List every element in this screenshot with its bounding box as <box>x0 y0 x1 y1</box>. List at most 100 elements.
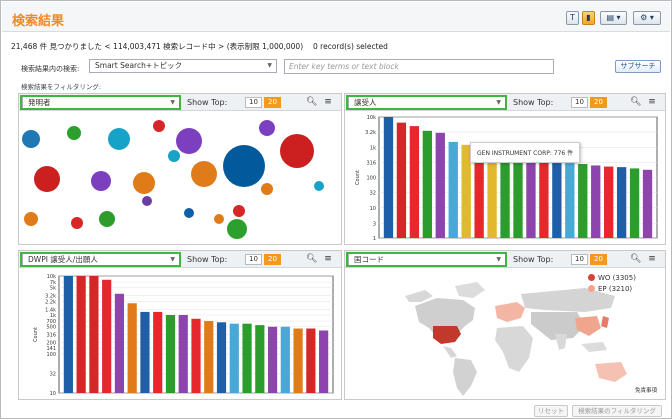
zoom-icon[interactable]: 🔍︎ <box>630 97 641 107</box>
bubble[interactable] <box>71 217 83 229</box>
bubble[interactable] <box>168 150 180 162</box>
bar[interactable] <box>642 169 653 238</box>
show-top-20-button[interactable]: 20 <box>264 254 281 265</box>
map-disclaimer[interactable]: 免責事項 <box>635 386 657 394</box>
map-southeast-asia[interactable] <box>581 342 607 352</box>
bubble[interactable] <box>223 145 265 187</box>
bubble[interactable] <box>142 196 152 206</box>
menu-icon[interactable]: ≡ <box>323 254 333 264</box>
search-mode-select[interactable]: Smart Search+トピック ▼ <box>89 59 277 73</box>
bubble[interactable] <box>67 126 81 140</box>
zoom-icon[interactable]: 🔍︎ <box>630 254 641 264</box>
bubble[interactable] <box>227 219 247 239</box>
bar[interactable] <box>140 311 150 393</box>
bar[interactable] <box>255 325 265 393</box>
bar[interactable] <box>604 166 614 238</box>
bubble[interactable] <box>22 130 40 148</box>
bubble[interactable] <box>153 120 165 132</box>
bubble[interactable] <box>184 208 194 218</box>
bubble[interactable] <box>261 183 273 195</box>
bar[interactable] <box>165 315 176 393</box>
bar[interactable] <box>616 167 627 238</box>
bubble[interactable] <box>314 181 324 191</box>
bubble[interactable] <box>176 128 202 154</box>
bar[interactable] <box>526 159 536 238</box>
bar[interactable] <box>448 141 458 238</box>
map-usa[interactable] <box>433 326 461 344</box>
bar[interactable] <box>552 163 562 238</box>
bar[interactable] <box>513 159 523 238</box>
menu-icon[interactable]: ≡ <box>323 97 333 107</box>
bar[interactable] <box>319 330 329 393</box>
view-menu-button[interactable]: ▤ ▾ <box>600 11 627 25</box>
bar[interactable] <box>76 276 86 393</box>
apply-filter-button[interactable]: 検索結果のフィルタリング <box>572 405 662 417</box>
bar[interactable] <box>539 162 549 238</box>
map-greenland[interactable] <box>455 282 485 298</box>
bar[interactable] <box>191 318 201 393</box>
search-input[interactable]: Enter key terms or text block <box>284 59 554 74</box>
zoom-icon[interactable]: 🔍︎ <box>306 254 317 264</box>
show-top-10-button[interactable]: 10 <box>245 254 262 265</box>
map-australia[interactable] <box>595 362 627 382</box>
show-top-20-button[interactable]: 20 <box>264 97 281 108</box>
bar[interactable] <box>153 311 163 393</box>
bar[interactable] <box>216 322 227 393</box>
map-alaska[interactable] <box>405 290 433 302</box>
bubble[interactable] <box>214 214 224 224</box>
bar[interactable] <box>280 326 290 393</box>
bar[interactable] <box>102 279 112 393</box>
show-top-20-button[interactable]: 20 <box>590 254 607 265</box>
bar[interactable] <box>127 303 137 393</box>
reset-button[interactable]: リセット <box>534 405 568 417</box>
show-top-10-button[interactable]: 10 <box>571 254 588 265</box>
bar[interactable] <box>500 156 510 238</box>
bar[interactable] <box>396 122 407 238</box>
bubble[interactable] <box>133 172 155 194</box>
bubble[interactable] <box>280 134 314 168</box>
legend-item-wo[interactable]: WO (3305) <box>588 274 636 282</box>
bar[interactable] <box>267 326 278 393</box>
bubble[interactable] <box>108 128 130 150</box>
bar[interactable] <box>63 276 73 393</box>
bar[interactable] <box>229 323 239 393</box>
bubble[interactable] <box>99 211 115 227</box>
menu-icon[interactable]: ≡ <box>647 97 657 107</box>
bar[interactable] <box>242 323 252 393</box>
bar[interactable] <box>293 328 303 393</box>
chart-view-button[interactable]: ▮ <box>582 11 595 25</box>
zoom-icon[interactable]: 🔍︎ <box>306 97 317 107</box>
bubble[interactable] <box>259 120 275 136</box>
bar[interactable] <box>409 126 420 238</box>
show-top-10-button[interactable]: 10 <box>245 97 262 108</box>
bar[interactable] <box>89 276 99 393</box>
map-africa[interactable] <box>495 326 533 372</box>
bar[interactable] <box>422 130 432 238</box>
bar[interactable] <box>591 165 601 238</box>
bar[interactable] <box>435 132 445 238</box>
bar[interactable] <box>474 151 484 238</box>
bar[interactable] <box>629 168 640 238</box>
bubble[interactable] <box>233 205 245 217</box>
bar[interactable] <box>306 328 316 393</box>
map-india[interactable] <box>555 334 567 350</box>
settings-menu-button[interactable]: ⚙ ▾ <box>633 11 661 25</box>
bubble[interactable] <box>24 212 38 226</box>
filter-toggle-button[interactable]: T <box>566 11 579 25</box>
menu-icon[interactable]: ≡ <box>647 254 657 264</box>
map-south-america[interactable] <box>453 358 477 396</box>
map-japan[interactable] <box>601 316 609 328</box>
show-top-10-button[interactable]: 10 <box>571 97 588 108</box>
map-europe[interactable] <box>495 302 525 322</box>
bubble[interactable] <box>34 166 60 192</box>
map-china[interactable] <box>575 316 601 336</box>
bar[interactable] <box>578 163 588 238</box>
map-central-america[interactable] <box>443 346 457 358</box>
bar[interactable] <box>114 293 125 393</box>
bar[interactable] <box>565 163 575 238</box>
bar[interactable] <box>178 315 188 393</box>
bar[interactable] <box>487 153 497 238</box>
bubble[interactable] <box>191 161 217 187</box>
bubble[interactable] <box>91 171 111 191</box>
subsearch-button[interactable]: サブサーチ <box>615 60 661 73</box>
